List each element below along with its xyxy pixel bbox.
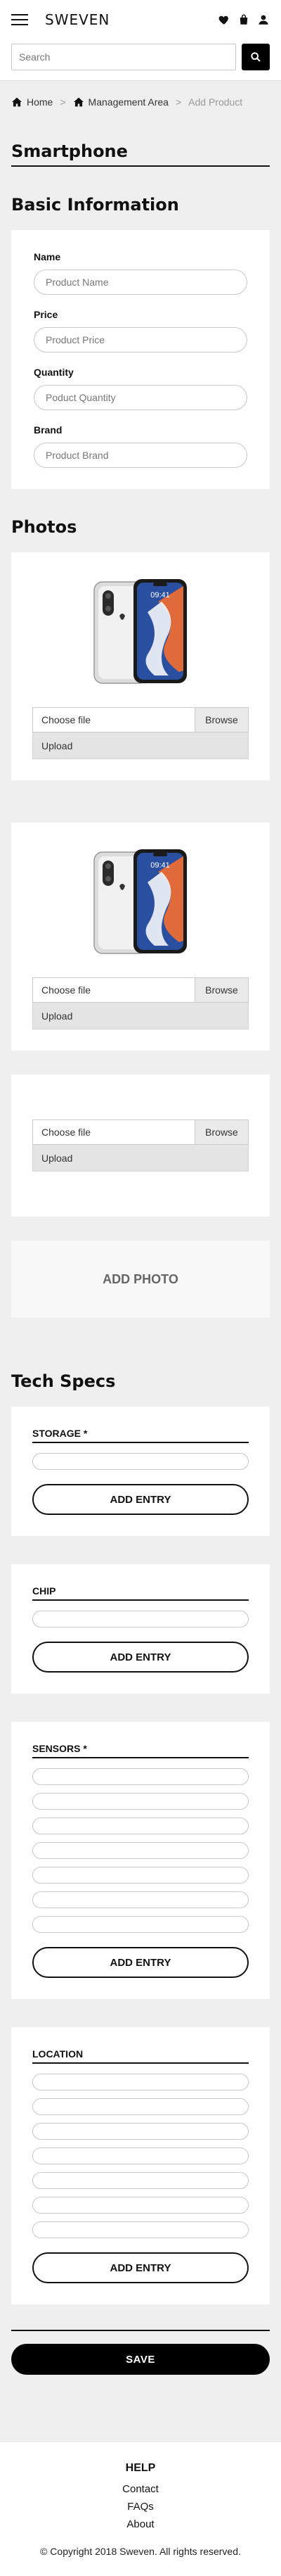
choose-file-label: Choose file bbox=[41, 1127, 91, 1138]
file-input[interactable]: Choose file Browse bbox=[32, 1119, 249, 1145]
page: SWEVEN Home > Management Area > Add Prod… bbox=[0, 0, 281, 2576]
home-icon bbox=[73, 97, 84, 107]
spec-card-sensors: SENSORS * ADD ENTRY bbox=[11, 1722, 270, 1999]
breadcrumb-separator: > bbox=[60, 96, 66, 108]
footer-help-heading: HELP bbox=[125, 2462, 156, 2474]
search-button[interactable] bbox=[242, 44, 270, 70]
page-title: Smartphone bbox=[11, 141, 270, 167]
upload-button[interactable]: Upload bbox=[32, 1145, 249, 1172]
quantity-field[interactable]: Poduct Quantity bbox=[34, 385, 247, 410]
home-icon bbox=[12, 97, 22, 107]
spec-field[interactable] bbox=[32, 1611, 249, 1628]
photo-card-3: Choose file Browse Upload bbox=[11, 1074, 270, 1217]
spec-field[interactable] bbox=[32, 2123, 249, 2140]
footer-link-contact[interactable]: Contact bbox=[0, 2483, 281, 2495]
spec-field[interactable] bbox=[32, 2074, 249, 2090]
price-field[interactable]: Product Price bbox=[34, 327, 247, 353]
search-icon bbox=[251, 52, 261, 62]
quantity-label: Quantity bbox=[34, 367, 74, 378]
spec-card-storage: STORAGE * ADD ENTRY bbox=[11, 1407, 270, 1536]
brand-label: Brand bbox=[34, 424, 63, 436]
add-entry-button[interactable]: ADD ENTRY bbox=[32, 1947, 249, 1978]
photo-card-2: 09:41 Choose file Browse Upload bbox=[11, 823, 270, 1051]
svg-text:09:41: 09:41 bbox=[150, 591, 170, 599]
add-entry-button[interactable]: ADD ENTRY bbox=[32, 1484, 249, 1515]
heart-icon[interactable] bbox=[218, 13, 230, 26]
footer-link-faqs[interactable]: FAQs bbox=[0, 2501, 281, 2513]
basic-info-card: Name Product Name Price Product Price Qu… bbox=[11, 230, 270, 489]
footer-copyright: © Copyright 2018 Sweven. All rights rese… bbox=[40, 2546, 241, 2557]
user-icon[interactable] bbox=[257, 13, 270, 26]
breadcrumb: Home > Management Area > Add Product bbox=[0, 81, 281, 113]
breadcrumb-current: Add Product bbox=[188, 96, 243, 108]
spec-title: STORAGE * bbox=[32, 1428, 249, 1443]
footer: HELP Contact FAQs About © Copyright 2018… bbox=[0, 2442, 281, 2576]
spec-field[interactable] bbox=[32, 1916, 249, 1933]
price-label: Price bbox=[34, 309, 58, 320]
add-photo-button[interactable]: ADD PHOTO bbox=[11, 1241, 270, 1318]
section-title-photos: Photos bbox=[11, 517, 77, 537]
browse-button[interactable]: Browse bbox=[195, 708, 248, 732]
choose-file-label: Choose file bbox=[41, 984, 91, 996]
add-entry-button[interactable]: ADD ENTRY bbox=[32, 2252, 249, 2283]
section-title-tech: Tech Specs bbox=[11, 1371, 116, 1391]
spec-card-chip: CHIP ADD ENTRY bbox=[11, 1564, 270, 1694]
spec-field[interactable] bbox=[32, 1842, 249, 1859]
spec-title: CHIP bbox=[32, 1585, 249, 1601]
name-field[interactable]: Product Name bbox=[34, 269, 247, 295]
photo-card-1: 09:41 Choose file Browse Upload bbox=[11, 552, 270, 780]
file-input[interactable]: Choose file Browse bbox=[32, 707, 249, 732]
breadcrumb-separator: > bbox=[175, 96, 182, 108]
brand-logo[interactable]: SWEVEN bbox=[45, 11, 110, 28]
spec-field[interactable] bbox=[32, 1867, 249, 1884]
spec-field[interactable] bbox=[32, 1768, 249, 1785]
upload-button[interactable]: Upload bbox=[32, 1003, 249, 1029]
search-row bbox=[0, 39, 281, 80]
spec-field[interactable] bbox=[32, 2221, 249, 2238]
breadcrumb-home[interactable]: Home bbox=[11, 96, 53, 108]
product-photo: 09:41 bbox=[32, 844, 249, 956]
add-entry-button[interactable]: ADD ENTRY bbox=[32, 1642, 249, 1673]
browse-button[interactable]: Browse bbox=[195, 978, 248, 1002]
choose-file-label: Choose file bbox=[41, 714, 91, 725]
save-button[interactable]: SAVE bbox=[11, 2344, 270, 2375]
menu-icon[interactable] bbox=[11, 14, 28, 25]
spec-field[interactable] bbox=[32, 2098, 249, 2115]
spec-field[interactable] bbox=[32, 1453, 249, 1470]
file-input[interactable]: Choose file Browse bbox=[32, 977, 249, 1003]
spec-title: SENSORS * bbox=[32, 1743, 249, 1758]
section-title-basic: Basic Information bbox=[11, 195, 179, 215]
spec-field[interactable] bbox=[32, 1817, 249, 1834]
name-label: Name bbox=[34, 251, 61, 262]
spec-field[interactable] bbox=[32, 2147, 249, 2164]
breadcrumb-management[interactable]: Management Area bbox=[73, 96, 169, 108]
search-input[interactable] bbox=[11, 44, 236, 70]
browse-button[interactable]: Browse bbox=[195, 1120, 248, 1144]
svg-text:09:41: 09:41 bbox=[150, 861, 170, 870]
top-icons bbox=[218, 13, 270, 26]
upload-button[interactable]: Upload bbox=[32, 732, 249, 759]
top-bar: SWEVEN bbox=[0, 0, 281, 39]
spec-card-location: LOCATION ADD ENTRY bbox=[11, 2027, 270, 2304]
spec-field[interactable] bbox=[32, 2197, 249, 2214]
spec-field[interactable] bbox=[32, 1793, 249, 1810]
footer-link-about[interactable]: About bbox=[0, 2518, 281, 2530]
product-photo: 09:41 bbox=[32, 573, 249, 686]
spec-field[interactable] bbox=[32, 1891, 249, 1908]
shopping-bag-icon[interactable] bbox=[237, 13, 250, 26]
spec-field[interactable] bbox=[32, 2172, 249, 2189]
spec-title: LOCATION bbox=[32, 2048, 249, 2064]
brand-field[interactable]: Product Brand bbox=[34, 443, 247, 468]
save-bar: SAVE bbox=[11, 2330, 270, 2375]
